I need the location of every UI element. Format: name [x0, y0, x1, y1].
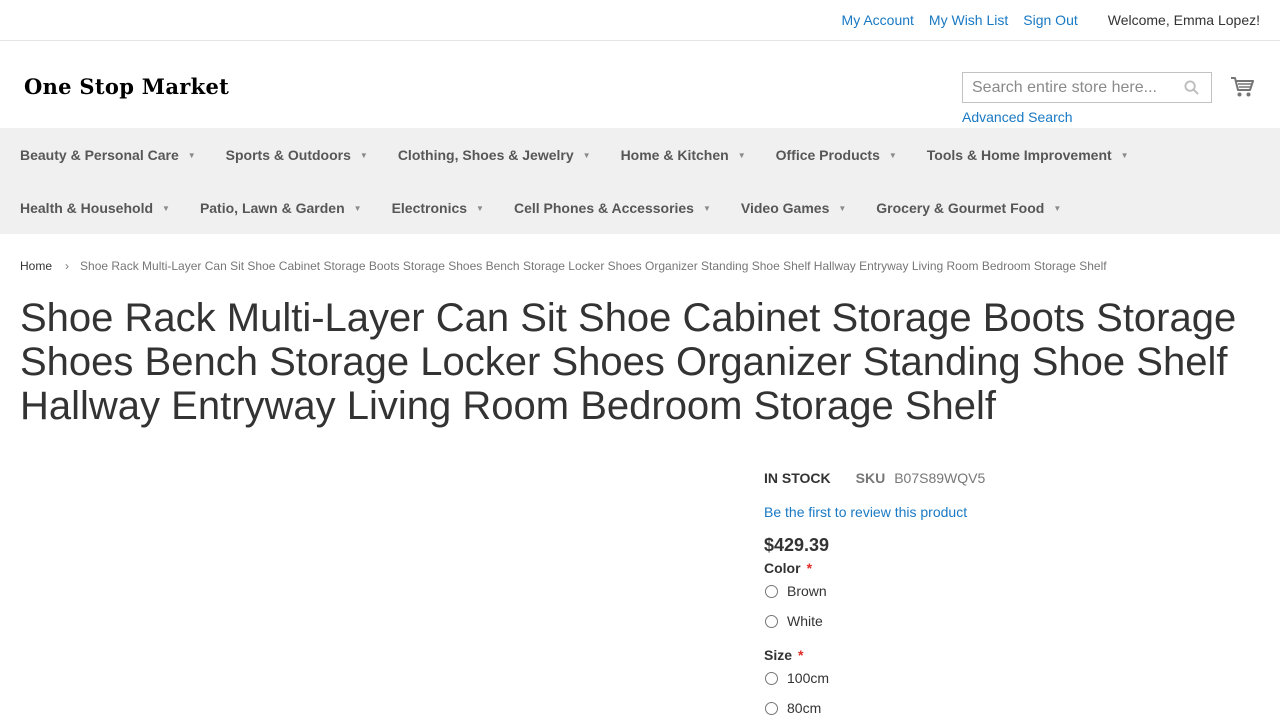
size-option-label-text: 80cm: [787, 700, 822, 716]
color-radio-white[interactable]: [765, 614, 778, 628]
breadcrumb-current: Shoe Rack Multi-Layer Can Sit Shoe Cabin…: [80, 259, 1107, 273]
nav-item-patio-lawn-garden[interactable]: Patio, Lawn & Garden ▼: [200, 200, 362, 216]
required-mark: *: [806, 560, 813, 576]
cart-icon[interactable]: [1230, 76, 1254, 98]
color-option-label-text: White: [787, 613, 823, 629]
header-links: My Account My Wish List Sign Out Welcome…: [842, 0, 1260, 40]
color-label-text: Color: [764, 560, 801, 576]
nav-item-video-games[interactable]: Video Games ▼: [741, 200, 846, 216]
nav-item-tools-home-improvement[interactable]: Tools & Home Improvement ▼: [927, 147, 1129, 163]
chevron-right-icon: ›: [65, 259, 70, 273]
color-option-white[interactable]: White: [764, 606, 1264, 636]
nav-item-label: Beauty & Personal Care: [20, 146, 179, 163]
review-link[interactable]: Be the first to review this product: [764, 504, 1264, 520]
chevron-down-icon: ▼: [888, 151, 897, 160]
breadcrumb-home-link[interactable]: Home: [20, 259, 52, 273]
nav-item-office-products[interactable]: Office Products ▼: [776, 147, 897, 163]
search-icon[interactable]: [1184, 80, 1199, 95]
category-nav: Beauty & Personal Care ▼ Sports & Outdoor…: [0, 128, 1280, 234]
size-option-label: Size *: [764, 647, 1264, 663]
nav-item-label: Grocery & Gourmet Food: [876, 199, 1045, 216]
welcome-message: Welcome, Emma Lopez!: [1107, 12, 1260, 28]
nav-item-label: Home & Kitchen: [620, 146, 729, 163]
color-option-brown[interactable]: Brown: [764, 576, 1264, 606]
chevron-down-icon: ▼: [1053, 204, 1062, 213]
nav-item-beauty-personal-care[interactable]: Beauty & Personal Care ▼: [20, 147, 196, 163]
color-radio-brown[interactable]: [765, 584, 778, 598]
size-radio-100cm[interactable]: [765, 671, 778, 685]
breadcrumb: Home › Shoe Rack Multi-Layer Can Sit Sho…: [20, 259, 1107, 273]
nav-item-cell-phones-accessories[interactable]: Cell Phones & Accessories ▼: [514, 200, 711, 216]
chevron-down-icon: ▼: [1120, 151, 1129, 160]
size-option-label-text: 100cm: [787, 670, 830, 686]
required-mark: *: [798, 647, 804, 663]
nav-item-label: Electronics: [391, 199, 468, 216]
size-radio-80cm[interactable]: [765, 701, 778, 715]
nav-item-label: Tools & Home Improvement: [926, 146, 1112, 163]
product-info: IN STOCK SKU B07S89WQV5 Be the first to …: [764, 470, 1264, 720]
nav-item-home-kitchen[interactable]: Home & Kitchen ▼: [621, 147, 746, 163]
nav-item-label: Office Products: [775, 146, 880, 163]
search-box: [962, 72, 1212, 103]
chevron-down-icon: ▼: [737, 151, 746, 160]
page-title: Shoe Rack Multi-Layer Can Sit Shoe Cabin…: [20, 296, 1237, 428]
nav-item-grocery-gourmet-food[interactable]: Grocery & Gourmet Food ▼: [876, 200, 1061, 216]
my-wish-list-link[interactable]: My Wish List: [929, 12, 1008, 28]
sku-label: SKU: [855, 470, 886, 486]
color-option-label: Color *: [764, 560, 1264, 576]
top-bar: My Account My Wish List Sign Out Welcome…: [0, 0, 1280, 41]
chevron-down-icon: ▼: [838, 204, 847, 213]
nav-item-label: Patio, Lawn & Garden: [199, 199, 345, 216]
chevron-down-icon: ▼: [353, 204, 362, 213]
product-price: $429.39: [764, 535, 830, 555]
nav-row: Health & Household ▼ Patio, Lawn & Garden…: [20, 181, 1091, 234]
size-label-text: Size: [764, 647, 793, 663]
nav-item-label: Health & Household: [20, 199, 154, 216]
search-input[interactable]: [963, 73, 1178, 102]
nav-item-electronics[interactable]: Electronics ▼: [392, 200, 484, 216]
sku-value: B07S89WQV5: [894, 470, 986, 486]
chevron-down-icon: ▼: [162, 204, 170, 213]
nav-item-health-household[interactable]: Health & Household ▼: [20, 200, 170, 216]
advanced-search-link[interactable]: Advanced Search: [962, 109, 1073, 125]
chevron-down-icon: ▼: [187, 151, 196, 160]
store-logo[interactable]: One Stop Market: [24, 74, 229, 99]
chevron-down-icon: ▼: [702, 204, 711, 213]
chevron-down-icon: ▼: [359, 151, 368, 160]
nav-item-label: Clothing, Shoes & Jewelry: [397, 146, 574, 163]
nav-item-label: Sports & Outdoors: [225, 146, 351, 163]
chevron-down-icon: ▼: [582, 151, 591, 160]
size-option-80cm[interactable]: 80cm: [764, 693, 1264, 720]
nav-item-label: Cell Phones & Accessories: [513, 199, 694, 216]
sign-out-link[interactable]: Sign Out: [1023, 12, 1077, 28]
stock-status: IN STOCK: [764, 470, 831, 486]
nav-item-clothing-shoes-jewelry[interactable]: Clothing, Shoes & Jewelry ▼: [398, 147, 591, 163]
nav-item-label: Video Games: [740, 199, 830, 216]
my-account-link[interactable]: My Account: [842, 12, 914, 28]
size-option-100cm[interactable]: 100cm: [764, 663, 1264, 693]
stock-sku-row: IN STOCK SKU B07S89WQV5: [764, 470, 1264, 488]
nav-row: Beauty & Personal Care ▼ Sports & Outdoor…: [20, 128, 1159, 181]
chevron-down-icon: ▼: [476, 204, 484, 213]
color-option-label-text: Brown: [787, 583, 827, 599]
nav-item-sports-outdoors[interactable]: Sports & Outdoors ▼: [226, 147, 368, 163]
